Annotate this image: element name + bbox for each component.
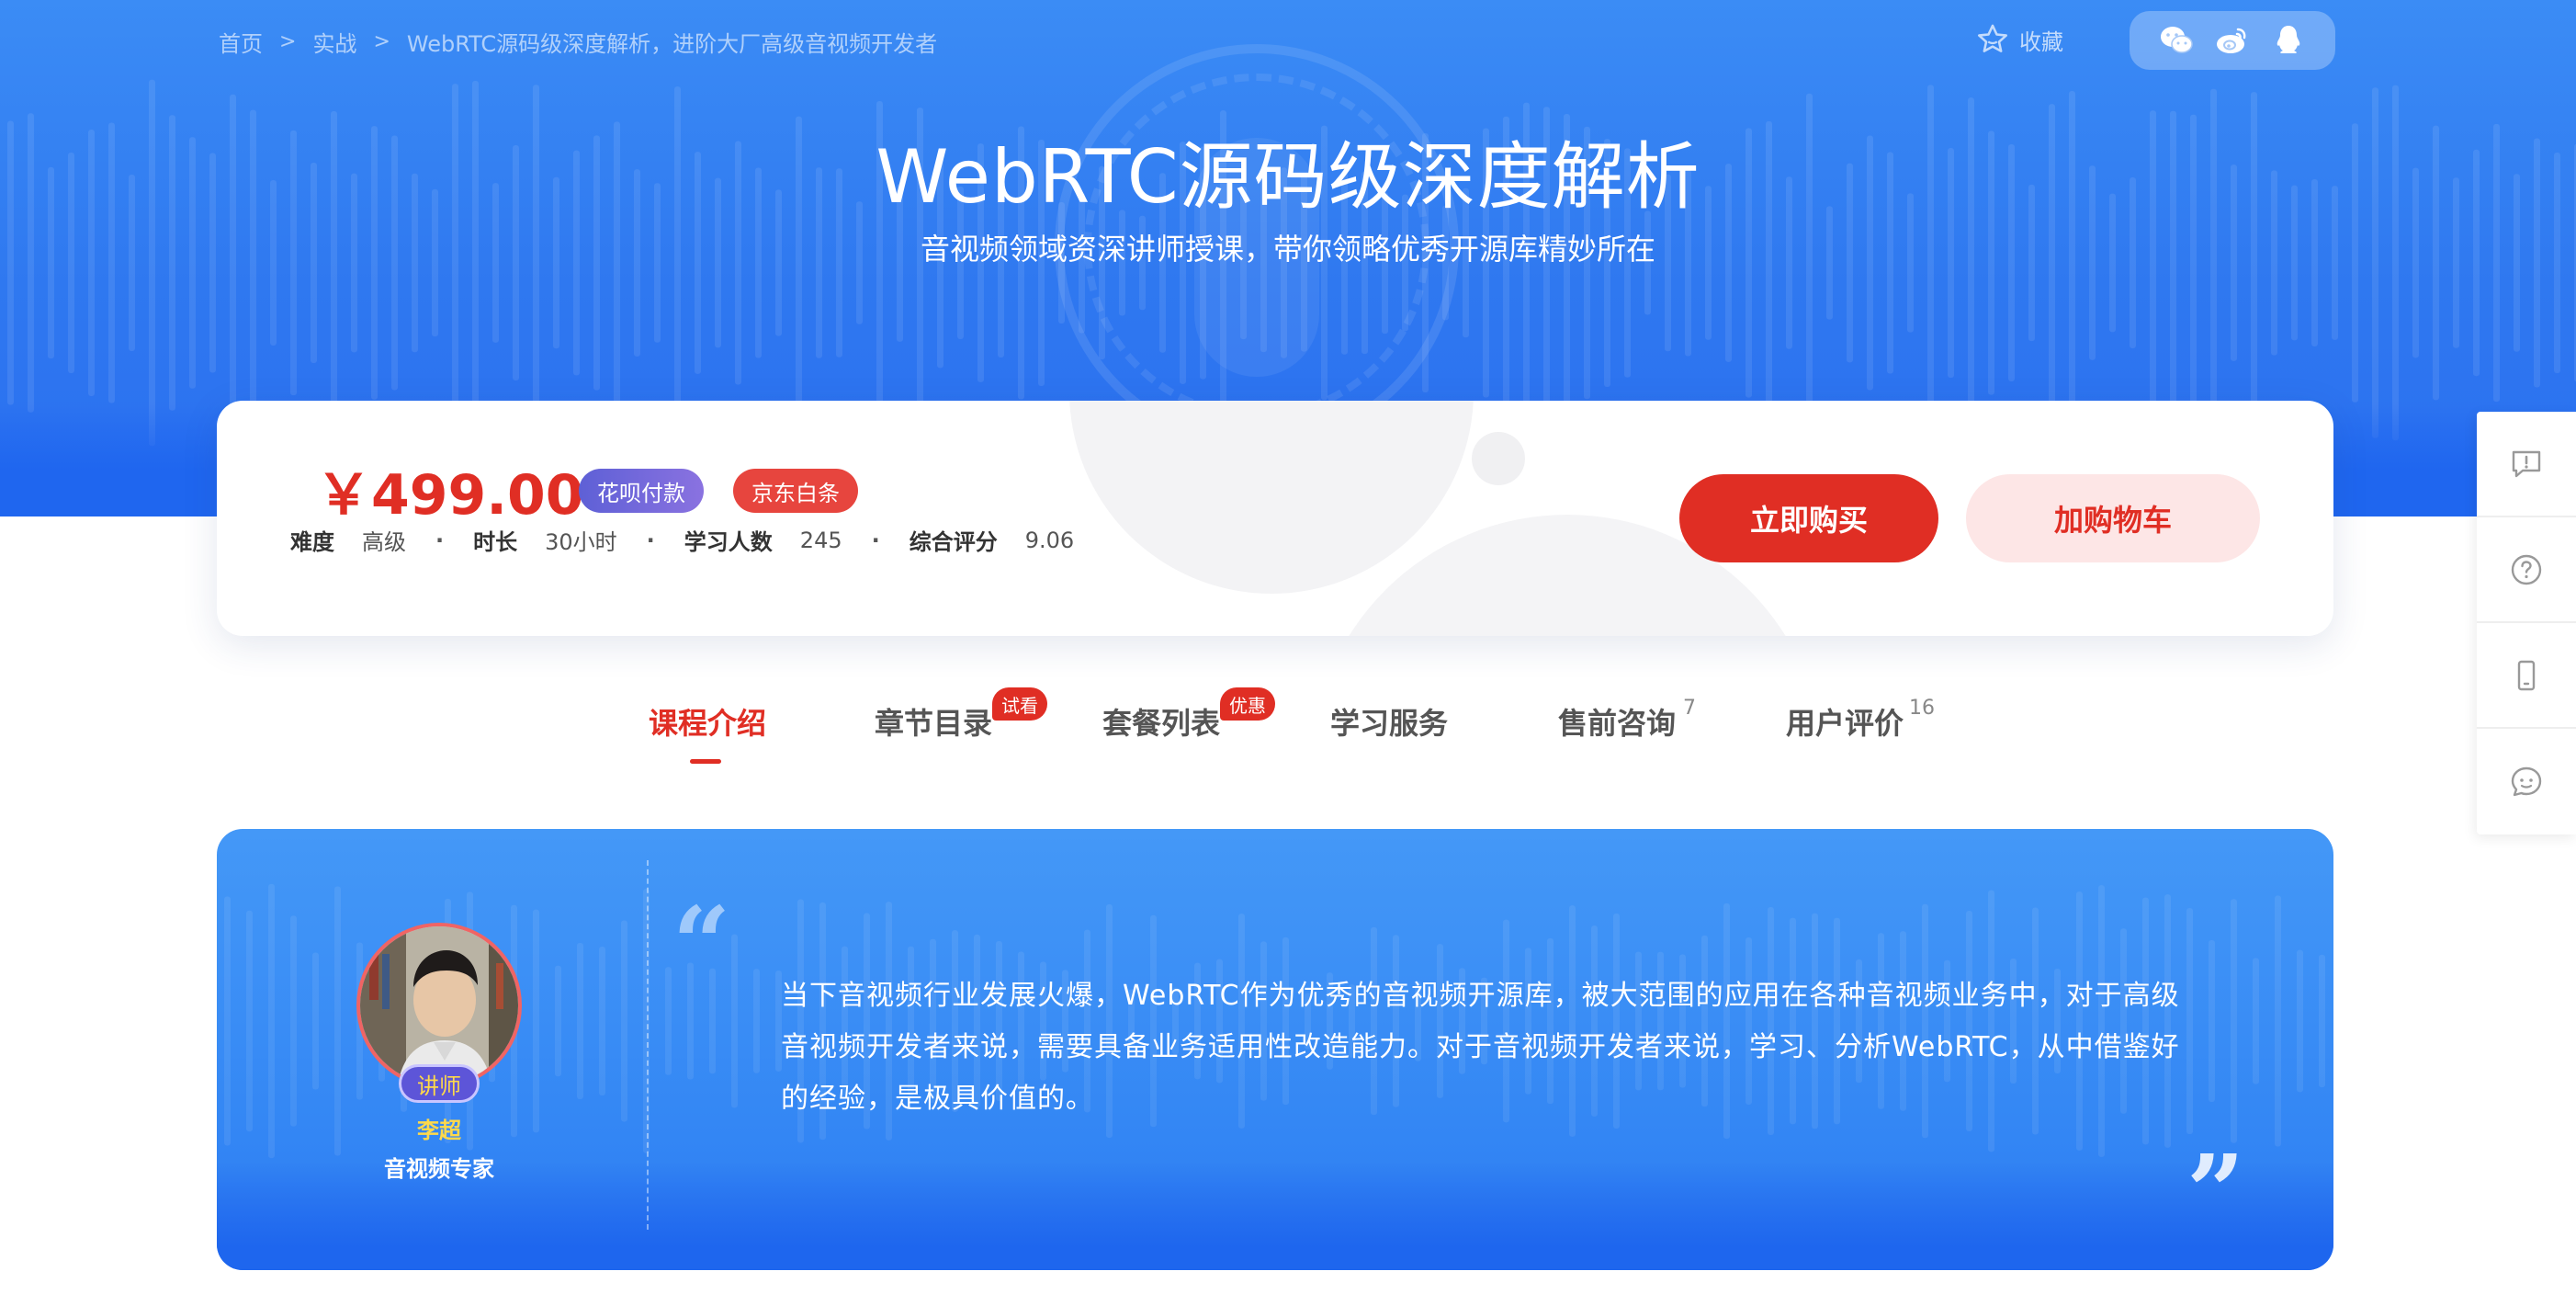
feedback-icon: [2512, 450, 2541, 477]
lecturer-intro-card: 讲师 李超 音视频专家 “ 当下音视频行业发展火爆，WebRTC作为优秀的音视频…: [217, 829, 2333, 1270]
chat-icon: [2511, 766, 2542, 796]
buy-now-button[interactable]: 立即购买: [1679, 474, 1938, 562]
course-subtitle: 音视频领域资深讲师授课，带你领略优秀开源库精妙所在: [920, 232, 1655, 267]
sidebar-feedback[interactable]: [2477, 412, 2576, 517]
breadcrumb: 首页 > 实战 > WebRTC源码级深度解析，进阶大厂高级音视频开发者: [219, 26, 937, 58]
meta-learners-key: 学习人数: [684, 529, 773, 555]
floating-sidebar: [2477, 412, 2576, 834]
meta-duration-key: 时长: [473, 529, 518, 555]
meta-separator: ·: [646, 527, 655, 553]
lecturer-title: 音视频专家: [384, 1156, 494, 1182]
breadcrumb-practice[interactable]: 实战: [312, 26, 356, 58]
purchase-card: ￥499.00 花呗付款 京东白条 难度 高级 · 时长 30小时 · 学习人数…: [217, 401, 2333, 636]
lecturer-name: 李超: [417, 1118, 461, 1143]
lecturer-tag: 讲师: [399, 1064, 480, 1103]
course-meta: 难度 高级 · 时长 30小时 · 学习人数 245 · 综合评分 9.06: [290, 524, 1074, 556]
meta-separator: ·: [871, 527, 880, 553]
active-tab-indicator: [690, 759, 721, 764]
course-title: WebRTC源码级深度解析: [876, 134, 1700, 220]
tab-services[interactable]: 学习服务: [1330, 700, 1448, 743]
meta-duration-value: 30小时: [545, 529, 617, 555]
qq-icon[interactable]: [2270, 22, 2307, 59]
breadcrumb-separator: >: [279, 30, 297, 53]
discount-tag: 优惠: [1220, 687, 1275, 721]
tab-reviews[interactable]: 用户评价: [1786, 700, 1904, 743]
price: ￥499.00: [316, 463, 584, 528]
meta-separator: ·: [435, 527, 445, 553]
tab-chapters[interactable]: 章节目录: [875, 700, 992, 743]
sidebar-help[interactable]: [2477, 517, 2576, 623]
sidebar-mobile[interactable]: [2477, 623, 2576, 729]
jd-baitiao-badge: 京东白条: [733, 469, 858, 513]
meta-difficulty-key: 难度: [290, 529, 334, 555]
favorite-label: 收藏: [2019, 28, 2063, 55]
meta-rating-value: 9.06: [1024, 527, 1075, 553]
share-bar: [2130, 11, 2335, 70]
huabei-badge: 花呗付款: [579, 469, 704, 513]
close-quote-icon: ”: [2186, 1132, 2245, 1251]
help-icon: [2511, 554, 2542, 585]
weibo-icon[interactable]: [2214, 22, 2251, 59]
divider: [647, 860, 649, 1230]
tab-packages[interactable]: 套餐列表: [1102, 700, 1220, 743]
reviews-count: 16: [1909, 697, 1935, 720]
favorite-button[interactable]: 收藏: [1975, 22, 2063, 57]
breadcrumb-current: WebRTC源码级深度解析，进阶大厂高级音视频开发者: [406, 31, 938, 57]
add-to-cart-button[interactable]: 加购物车: [1966, 474, 2260, 562]
meta-rating-key: 综合评分: [909, 529, 998, 555]
wechat-icon[interactable]: [2158, 22, 2195, 59]
course-intro-text: 当下音视频行业发展火爆，WebRTC作为优秀的音视频开源库，被大范围的应用在各种…: [781, 980, 2180, 1115]
presale-count: 7: [1683, 697, 1696, 720]
mobile-icon: [2517, 660, 2536, 690]
tab-presale[interactable]: 售前咨询: [1558, 700, 1676, 743]
star-icon: [1978, 24, 2007, 52]
open-quote-icon: “: [672, 884, 731, 1003]
avatar: [356, 923, 522, 1088]
meta-difficulty-value: 高级: [362, 529, 406, 555]
breadcrumb-separator: >: [373, 30, 390, 53]
meta-learners-value: 245: [799, 527, 842, 553]
trial-tag: 试看: [992, 687, 1047, 721]
deco-circle: [1472, 432, 1525, 485]
tab-course-intro[interactable]: 课程介绍: [649, 700, 766, 743]
breadcrumb-home[interactable]: 首页: [219, 26, 263, 58]
sidebar-chat[interactable]: [2477, 729, 2576, 834]
